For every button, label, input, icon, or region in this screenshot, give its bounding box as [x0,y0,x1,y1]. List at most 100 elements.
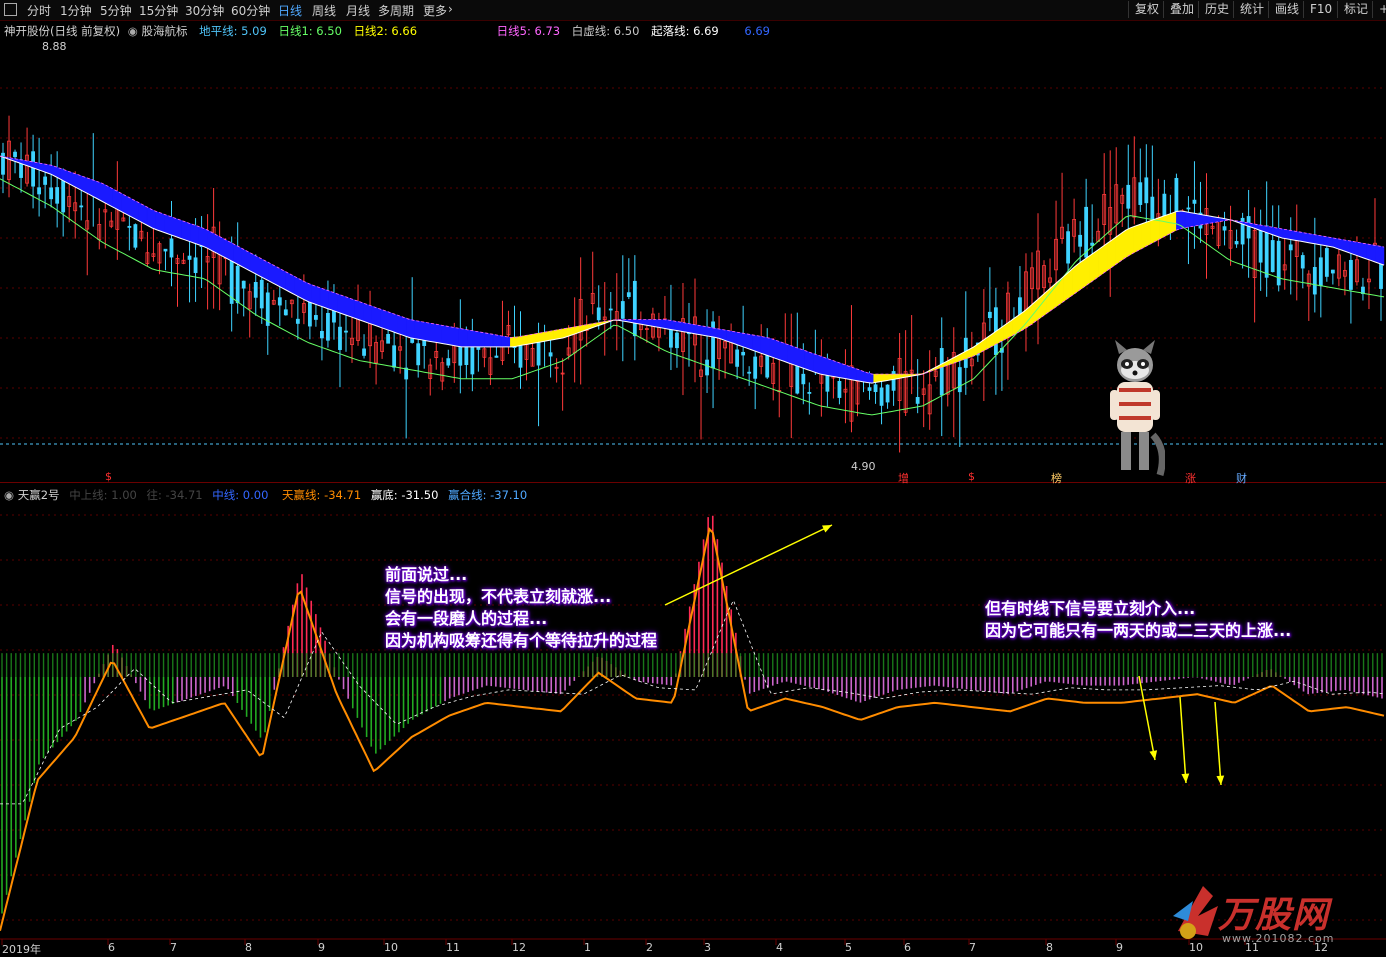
candle-body [283,309,288,316]
annotation-arrow-head [1149,750,1158,760]
candle-body [326,312,330,341]
trend-ribbon-segment [1150,217,1160,245]
site-logo: 万股网 [1218,895,1330,936]
candle-body [1078,234,1083,247]
candle-body [79,205,84,208]
candle-body [675,332,679,349]
trend-ribbon-segment [847,365,857,381]
trend-ribbon-segment [354,299,364,322]
trend-ribbon-segment [492,334,502,348]
trend-ribbon-segment [769,337,779,360]
trend-ribbon-segment [311,284,321,307]
candle-body [957,367,962,393]
candle-body [741,351,746,356]
candle-body [338,326,342,350]
candle-body [127,225,132,228]
tianying-line [0,526,1385,931]
candle-body [1234,241,1239,245]
candle-body [416,343,421,366]
x-axis-tick-label: 10 [384,941,398,954]
candle-body [1192,199,1197,204]
trend-ribbon-segment [466,329,476,348]
candle-body [747,371,752,374]
signal-marker: 财 [1236,472,1247,485]
trend-ribbon-segment [1141,220,1151,249]
trend-ribbon-segment [1158,214,1168,240]
candle-body [187,255,192,260]
candle-body [320,330,324,339]
chart-canvas [0,87,1386,945]
x-axis-tick-label: 9 [318,941,325,954]
candle-body [1349,259,1353,290]
trend-ribbon-segment [181,220,191,243]
trend-ribbon-segment [968,343,978,359]
candle-body [133,224,138,248]
annotation-arrow [664,524,833,606]
candle-body [915,397,920,404]
annotation-arrow [1138,675,1156,761]
candle-body [362,348,366,356]
candle-body [626,292,631,297]
trend-ribbon-segment [389,311,399,334]
candle-body [987,311,992,319]
candle-body [1144,177,1149,204]
x-axis-tick-label: 4 [776,941,783,954]
annotation-line: 信号的出现，不代表立刻就涨... [385,587,612,606]
candle-body [753,356,758,379]
candle-body [1324,248,1329,277]
candle-body [632,280,637,337]
candle-body [620,301,625,319]
trend-ribbon-segment [856,368,866,383]
trend-ribbon-segment [319,287,329,310]
trend-ribbon-segment [345,296,355,319]
candle-body [1246,216,1251,239]
trend-ribbon-segment [190,223,200,246]
signal-marker: 榜 [1051,472,1062,485]
candle-body [13,151,17,158]
x-axis-tick-label: 7 [969,941,976,954]
x-axis-tick-label: 8 [245,941,252,954]
candle-body [1264,225,1269,278]
x-axis-tick-label: 11 [446,941,460,954]
candle-body [494,355,499,358]
site-url: www.201082.com [1222,932,1335,945]
candle-body [241,280,246,289]
trend-ribbon-segment [406,318,416,340]
candle-body [1138,182,1143,205]
trend-ribbon-segment [337,293,347,316]
trend-ribbon-segment [1193,212,1203,227]
trend-ribbon-segment [475,330,485,348]
signal-marker: 涨 [1185,472,1196,485]
trend-ribbon-segment [172,217,182,240]
candle-body [193,257,198,274]
candle-body [608,308,613,311]
trend-ribbon-segment [1132,223,1143,254]
candle-body [1318,257,1323,287]
x-axis-tick-label: 1 [584,941,591,954]
candle-body [404,367,409,380]
candle-body [1126,184,1131,209]
candle-body [548,352,553,357]
annotation-right: 但有时线下信号要立刻介入... 因为它可能只有一两天的或二三天的上涨... [985,598,1291,642]
candle-body [1090,242,1095,246]
candle-body [386,333,391,344]
trend-ribbon-segment [397,314,407,337]
trend-ribbon-segment [484,332,494,348]
candle-body [1270,240,1275,273]
annotation-line: 但有时线下信号要立刻介入... [985,599,1196,618]
candle-body [867,387,872,391]
candle-body [277,297,282,306]
annotation-arrow-head [1216,775,1225,785]
candle-body [61,180,66,213]
trend-ribbon-segment [458,327,468,348]
trend-ribbon-segment [328,290,338,313]
annotation-line: 因为机构吸筹还得有个等待拉升的过程 [385,631,658,650]
signal-marker: $ [968,470,975,483]
trend-ribbon-segment [432,323,442,344]
x-axis-tick-label: 5 [845,941,852,954]
candle-body [235,265,240,304]
panel-divider[interactable] [0,482,1386,483]
trend-ribbon-segment [423,321,433,343]
candle-body [825,373,830,392]
candle-body [392,345,397,368]
